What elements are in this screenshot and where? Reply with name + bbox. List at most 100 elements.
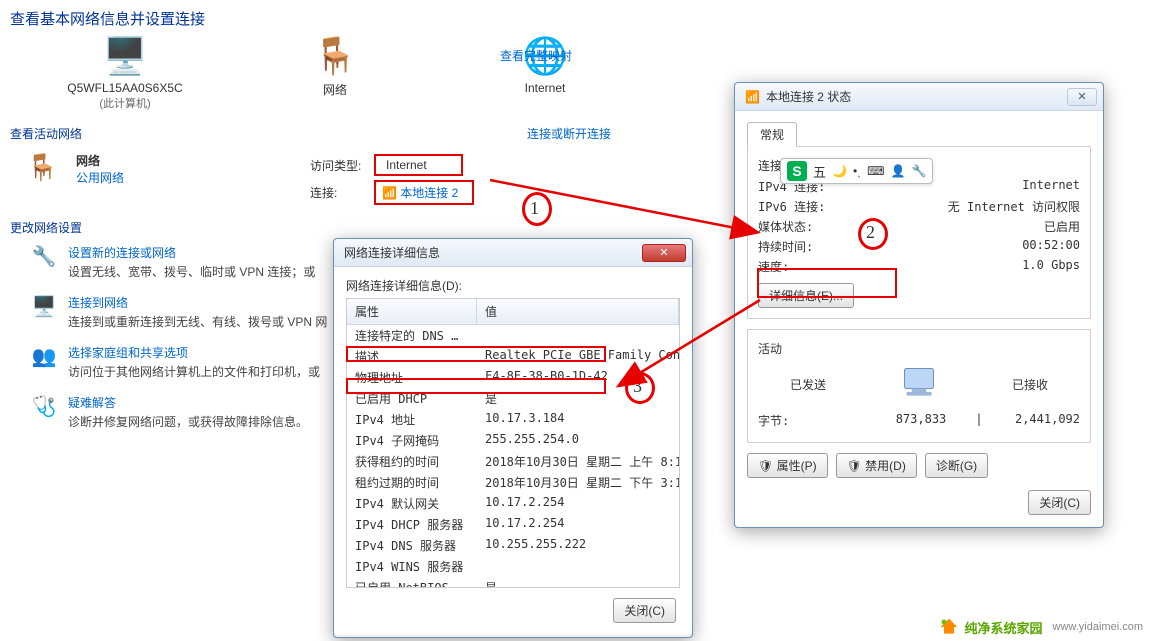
access-type-label: 访问类型:	[310, 157, 370, 174]
details-label: 网络连接详细信息(D):	[346, 277, 680, 294]
table-row[interactable]: IPv4 默认网关10.17.2.254	[347, 493, 679, 514]
table-row[interactable]: 获得租约的时间2018年10月30日 星期二 上午 8:1	[347, 451, 679, 472]
internet-label: Internet	[480, 81, 610, 95]
dot-icon[interactable]: •ˎ	[853, 164, 861, 178]
details-dialog: 网络连接详细信息 ✕ 网络连接详细信息(D): 属性 值 连接特定的 DNS 后…	[333, 238, 693, 638]
status-close-button[interactable]: 关闭(C)	[1028, 490, 1091, 515]
status-dialog: 📶 本地连接 2 状态 ✕ 常规 连接 IPv4 连接:Internet IPv…	[734, 82, 1104, 528]
moon-icon[interactable]: 🌙	[832, 164, 847, 178]
val-cell: 2018年10月30日 星期二 下午 3:1	[477, 472, 679, 493]
option-icon: 👥	[30, 344, 58, 368]
activity-icon	[897, 365, 941, 404]
connect-disconnect-link[interactable]: 连接或断开连接	[527, 125, 611, 142]
table-row[interactable]: 已启用 DHCP是	[347, 388, 679, 409]
prop-cell: IPv4 WINS 服务器	[347, 556, 477, 577]
watermark-icon	[939, 617, 959, 637]
disable-button[interactable]: 🛡 禁用(D)	[836, 453, 917, 478]
status-close-x[interactable]: ✕	[1067, 88, 1097, 106]
ime-toolbar[interactable]: S 五 🌙 •ˎ ⌨ 👤 🔧	[780, 158, 933, 184]
details-button[interactable]: 详细信息(E)...	[758, 283, 854, 308]
view-active-networks-label: 查看活动网络	[10, 125, 82, 142]
details-close-button[interactable]: 关闭(C)	[613, 598, 676, 623]
table-row[interactable]: 租约过期的时间2018年10月30日 星期二 下午 3:1	[347, 472, 679, 493]
val-cell: 10.17.3.184	[477, 409, 679, 430]
table-row[interactable]: 连接特定的 DNS 后缀	[347, 325, 679, 346]
duration-value: 00:52:00	[878, 238, 1080, 255]
option-link[interactable]: 设置新的连接或网络	[68, 246, 176, 260]
tab-general[interactable]: 常规	[747, 122, 797, 147]
col-property[interactable]: 属性	[347, 299, 477, 324]
table-row[interactable]: IPv4 WINS 服务器	[347, 556, 679, 577]
prop-cell: IPv4 地址	[347, 409, 477, 430]
option-desc: 连接到或重新连接到无线、有线、拨号或 VPN 网	[68, 313, 327, 330]
table-row[interactable]: IPv4 DHCP 服务器10.17.2.254	[347, 514, 679, 535]
connection-link[interactable]: 本地连接 2	[400, 186, 458, 200]
prop-cell: IPv4 DNS 服务器	[347, 535, 477, 556]
keyboard-icon[interactable]: ⌨	[867, 164, 884, 178]
media-label: 媒体状态:	[758, 218, 878, 235]
details-close-x[interactable]: ✕	[642, 244, 686, 262]
active-net-props: 访问类型: Internet 连接: 📶 本地连接 2	[310, 152, 474, 207]
val-cell: Realtek PCIe GBE Family Contro	[477, 346, 679, 367]
duration-label: 持续时间:	[758, 238, 878, 255]
prop-cell: 已启用 DHCP	[347, 388, 477, 409]
table-row[interactable]: IPv4 DNS 服务器10.255.255.222	[347, 535, 679, 556]
ipv6-value: 无 Internet 访问权限	[878, 198, 1080, 215]
signal-icon: 📶	[745, 90, 760, 104]
prop-cell: 连接特定的 DNS 后缀	[347, 325, 477, 346]
details-table[interactable]: 属性 值 连接特定的 DNS 后缀描述Realtek PCIe GBE Fami…	[346, 298, 680, 588]
sent-label: 已发送	[758, 376, 858, 393]
network-label: 网络	[270, 81, 400, 98]
option-link[interactable]: 连接到网络	[68, 296, 128, 310]
option-icon: 🔧	[30, 244, 58, 268]
prop-cell: 描述	[347, 346, 477, 367]
bytes-sent: 873,833	[878, 412, 964, 429]
properties-button[interactable]: 🛡 属性(P)	[747, 453, 828, 478]
table-row[interactable]: 已启用 NetBIOS ove...是	[347, 577, 679, 588]
ime-logo-icon: S	[787, 161, 807, 181]
watermark-url: www.yidaimei.com	[1053, 621, 1143, 633]
activity-group-label: 活动	[758, 340, 1080, 357]
bench-icon: 🪑	[26, 152, 62, 182]
media-value: 已启用	[878, 218, 1080, 235]
val-cell: 是	[477, 577, 679, 588]
details-dialog-title: 网络连接详细信息	[344, 244, 642, 261]
prop-cell: 获得租约的时间	[347, 451, 477, 472]
table-row[interactable]: 物理地址F4-8E-38-B0-1D-42	[347, 367, 679, 388]
option-desc: 设置无线、宽带、拨号、临时或 VPN 连接；或	[68, 263, 315, 280]
val-cell	[477, 556, 679, 577]
device-network: 🪑 网络	[270, 35, 400, 111]
prop-cell: IPv4 DHCP 服务器	[347, 514, 477, 535]
option-icon: 🩺	[30, 394, 58, 418]
signal-icon: 📶	[382, 186, 397, 200]
network-category-link[interactable]: 公用网络	[76, 171, 124, 185]
col-value[interactable]: 值	[477, 299, 679, 324]
watermark: 纯净系统家园 www.yidaimei.com	[939, 617, 1143, 637]
active-net-name: 网络	[76, 152, 296, 169]
option-link[interactable]: 选择家庭组和共享选项	[68, 346, 188, 360]
option-link[interactable]: 疑难解答	[68, 396, 116, 410]
val-cell: 10.255.255.222	[477, 535, 679, 556]
bytes-label: 字节:	[758, 412, 878, 429]
wrench-icon[interactable]: 🔧	[911, 164, 926, 178]
access-type-value: Internet	[386, 158, 427, 172]
status-dialog-title: 本地连接 2 状态	[766, 88, 1067, 105]
watermark-text: 纯净系统家园	[965, 618, 1043, 637]
option-icon: 🖥️	[30, 294, 58, 318]
prop-cell: 租约过期的时间	[347, 472, 477, 493]
speed-label: 速度:	[758, 258, 878, 275]
table-row[interactable]: IPv4 地址10.17.3.184	[347, 409, 679, 430]
person-icon[interactable]: 👤	[891, 164, 906, 178]
prop-cell: 已启用 NetBIOS ove...	[347, 577, 477, 588]
ime-mode[interactable]: 五	[813, 162, 826, 181]
device-this-computer: 🖥️ Q5WFL15AA0S6X5C (此计算机)	[60, 35, 190, 111]
table-row[interactable]: 描述Realtek PCIe GBE Family Contro	[347, 346, 679, 367]
annotation-3: 3	[633, 376, 642, 397]
annotation-1: 1	[530, 198, 539, 219]
option-desc: 访问位于其他网络计算机上的文件和打印机，或	[68, 363, 320, 380]
view-full-map-link[interactable]: 查看完整映射	[500, 47, 572, 64]
diagnose-button[interactable]: 诊断(G)	[925, 453, 988, 478]
val-cell: 255.255.254.0	[477, 430, 679, 451]
table-row[interactable]: IPv4 子网掩码255.255.254.0	[347, 430, 679, 451]
network-icon: 🪑	[311, 35, 359, 77]
